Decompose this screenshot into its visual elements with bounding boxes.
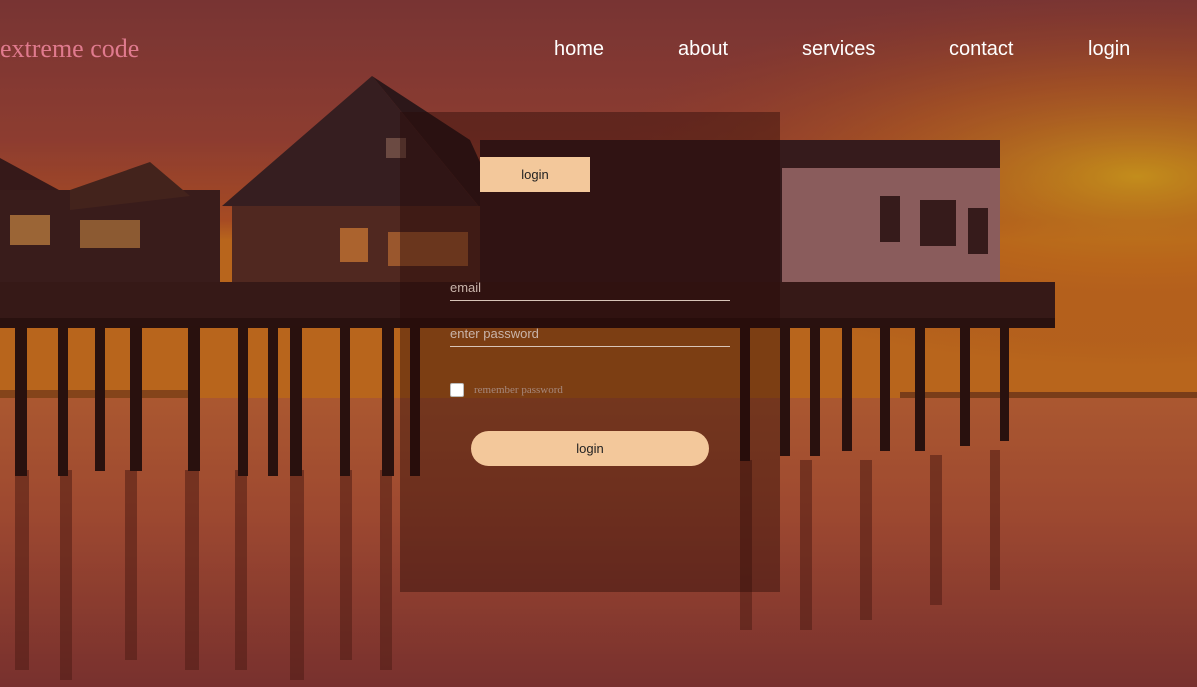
nav-home[interactable]: home: [554, 38, 604, 61]
nav-services[interactable]: services: [802, 38, 875, 61]
email-field[interactable]: [450, 276, 730, 301]
main-nav: home about services contact login: [0, 38, 1197, 64]
nav-about[interactable]: about: [678, 38, 728, 61]
remember-password-row: remember password: [450, 382, 563, 398]
login-panel: login remember password login: [400, 112, 780, 592]
nav-contact[interactable]: contact: [949, 38, 1013, 61]
remember-password-label: remember password: [474, 384, 563, 396]
login-submit-button[interactable]: login: [471, 431, 709, 466]
nav-login[interactable]: login: [1088, 38, 1130, 61]
password-field[interactable]: [450, 322, 730, 347]
remember-password-checkbox[interactable]: [450, 383, 464, 397]
login-tab[interactable]: login: [480, 157, 590, 192]
